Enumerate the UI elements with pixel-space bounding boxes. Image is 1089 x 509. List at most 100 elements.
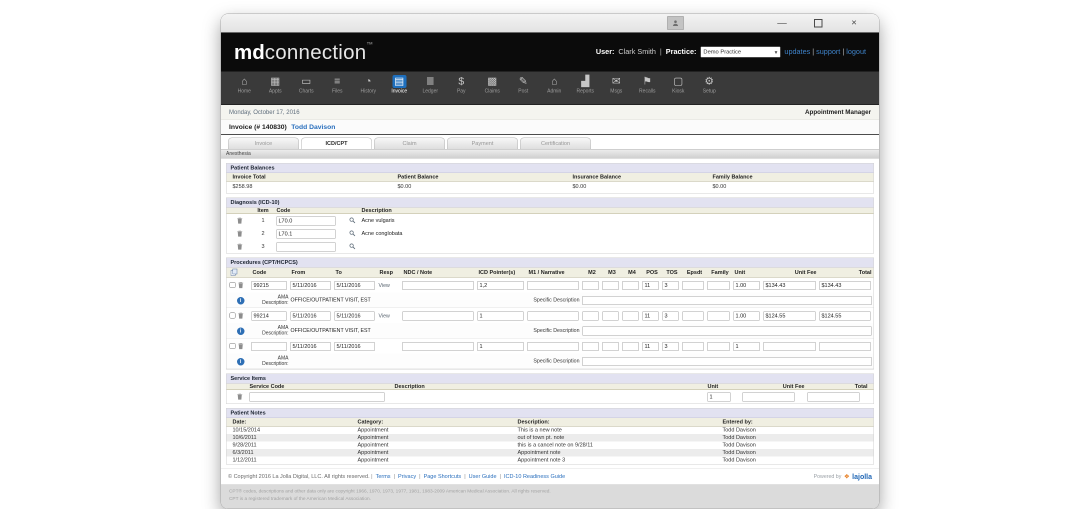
family-input[interactable] — [707, 280, 730, 290]
total-input[interactable] — [819, 280, 871, 290]
m1-narrative-input[interactable] — [527, 341, 579, 351]
trash-icon[interactable] — [238, 343, 245, 350]
m3-input[interactable] — [602, 311, 619, 321]
m4-input[interactable] — [622, 341, 639, 351]
m4-input[interactable] — [622, 311, 639, 321]
tos-input[interactable] — [662, 341, 679, 351]
procedure-to-date-input[interactable] — [334, 280, 375, 290]
tos-input[interactable] — [662, 311, 679, 321]
ndc-note-input[interactable] — [402, 341, 474, 351]
tab-claim[interactable]: Claim — [374, 137, 445, 149]
unit-fee-input[interactable] — [763, 280, 816, 290]
unit-input[interactable] — [733, 280, 760, 290]
unit-input[interactable] — [733, 311, 760, 321]
service-total-input[interactable] — [807, 392, 860, 402]
diagnosis-code-input[interactable] — [276, 216, 336, 226]
procedure-code-input[interactable] — [251, 341, 287, 351]
ndc-note-input[interactable] — [402, 311, 474, 321]
tab-certification[interactable]: Certification — [520, 137, 591, 149]
unit-fee-input[interactable] — [763, 311, 816, 321]
search-icon[interactable] — [349, 243, 356, 250]
trash-icon[interactable] — [238, 282, 245, 289]
user-account-button[interactable] — [667, 16, 684, 30]
procedure-from-date-input[interactable] — [290, 280, 331, 290]
tos-input[interactable] — [662, 280, 679, 290]
procedure-code-input[interactable] — [251, 311, 287, 321]
info-icon[interactable]: i — [236, 297, 245, 305]
procedure-checkbox[interactable] — [229, 282, 236, 288]
toolbar-item-history[interactable]: ◔ History — [354, 75, 383, 95]
restore-button[interactable] — [810, 17, 826, 30]
procedure-checkbox[interactable] — [229, 343, 236, 349]
toolbar-item-home[interactable]: ⌂ Home — [230, 75, 259, 95]
m3-input[interactable] — [602, 280, 619, 290]
trash-icon[interactable] — [236, 393, 243, 400]
diagnosis-code-input[interactable] — [276, 242, 336, 252]
toolbar-item-msgs[interactable]: ✉ Msgs — [602, 75, 631, 95]
m1-narrative-input[interactable] — [527, 280, 579, 290]
procedure-to-date-input[interactable] — [334, 341, 375, 351]
m2-input[interactable] — [582, 341, 599, 351]
specific-description-input[interactable] — [582, 356, 872, 366]
header-link-logout[interactable]: logout — [846, 48, 866, 56]
ndc-note-input[interactable] — [402, 280, 474, 290]
trash-icon[interactable] — [236, 230, 243, 237]
copy-icon[interactable] — [230, 268, 239, 277]
toolbar-item-reports[interactable]: ▟ Reports — [571, 75, 600, 95]
epsdt-input[interactable] — [682, 311, 704, 321]
patient-note-row[interactable]: 1/12/2011 Appointment Appointment note 3… — [227, 457, 874, 465]
family-input[interactable] — [707, 341, 730, 351]
patient-name-link[interactable]: Todd Davison — [291, 123, 335, 131]
toolbar-item-setup[interactable]: ⚙ Setup — [695, 75, 724, 95]
icd-pointer-input[interactable] — [477, 341, 524, 351]
footer-link-page-shortcuts[interactable]: Page Shortcuts — [424, 474, 462, 480]
procedure-from-date-input[interactable] — [290, 311, 331, 321]
anesthesia-bar[interactable]: Anesthesia — [221, 149, 879, 159]
toolbar-item-kiosk[interactable]: ▢ Kiosk — [664, 75, 693, 95]
minimize-button[interactable]: — — [774, 17, 790, 30]
info-icon[interactable]: i — [236, 358, 245, 366]
trash-icon[interactable] — [236, 217, 243, 224]
patient-note-row[interactable]: 10/15/2014 Appointment This is a new not… — [227, 427, 874, 435]
icd-pointer-input[interactable] — [477, 280, 524, 290]
practice-select[interactable]: Demo Practice ▾ — [700, 46, 781, 58]
procedure-to-date-input[interactable] — [334, 311, 375, 321]
specific-description-input[interactable] — [582, 295, 872, 305]
toolbar-item-claims[interactable]: ▩ Claims — [478, 75, 507, 95]
unit-fee-input[interactable] — [763, 341, 816, 351]
icd-pointer-input[interactable] — [477, 311, 524, 321]
toolbar-item-appts[interactable]: ▦ Appts — [261, 75, 290, 95]
trash-icon[interactable] — [238, 312, 245, 319]
tab-icd-cpt[interactable]: ICD/CPT — [301, 137, 372, 149]
service-unit-fee-input[interactable] — [742, 392, 795, 402]
diagnosis-code-input[interactable] — [276, 229, 336, 239]
toolbar-item-charts[interactable]: ▭ Charts — [292, 75, 321, 95]
epsdt-input[interactable] — [682, 280, 704, 290]
family-input[interactable] — [707, 311, 730, 321]
toolbar-item-pay[interactable]: $ Pay — [447, 75, 476, 95]
toolbar-item-recalls[interactable]: ⚑ Recalls — [633, 75, 662, 95]
patient-note-row[interactable]: 6/3/2011 Appointment Appointment note To… — [226, 449, 874, 457]
service-unit-input[interactable] — [707, 392, 731, 402]
resp-view-link[interactable]: View — [379, 283, 390, 289]
unit-input[interactable] — [733, 341, 760, 351]
info-icon[interactable]: i — [236, 327, 245, 335]
m4-input[interactable] — [622, 280, 639, 290]
footer-link-user-guide[interactable]: User Guide — [469, 474, 497, 480]
procedure-from-date-input[interactable] — [290, 341, 331, 351]
header-link-support[interactable]: support — [816, 48, 840, 56]
close-button[interactable]: × — [846, 17, 862, 30]
appointment-manager-link[interactable]: Appointment Manager — [805, 109, 871, 116]
total-input[interactable] — [819, 311, 871, 321]
epsdt-input[interactable] — [682, 341, 704, 351]
tab-payment[interactable]: Payment — [447, 137, 518, 149]
m2-input[interactable] — [582, 311, 599, 321]
specific-description-input[interactable] — [582, 326, 872, 336]
pos-input[interactable] — [642, 341, 659, 351]
procedure-checkbox[interactable] — [229, 312, 236, 319]
tab-invoice[interactable]: Invoice — [228, 137, 299, 149]
patient-note-row[interactable]: 10/6/2011 Appointment out of town pt. no… — [226, 434, 874, 442]
procedure-code-input[interactable] — [251, 280, 287, 290]
pos-input[interactable] — [642, 280, 659, 290]
footer-link-terms[interactable]: Terms — [376, 474, 391, 480]
